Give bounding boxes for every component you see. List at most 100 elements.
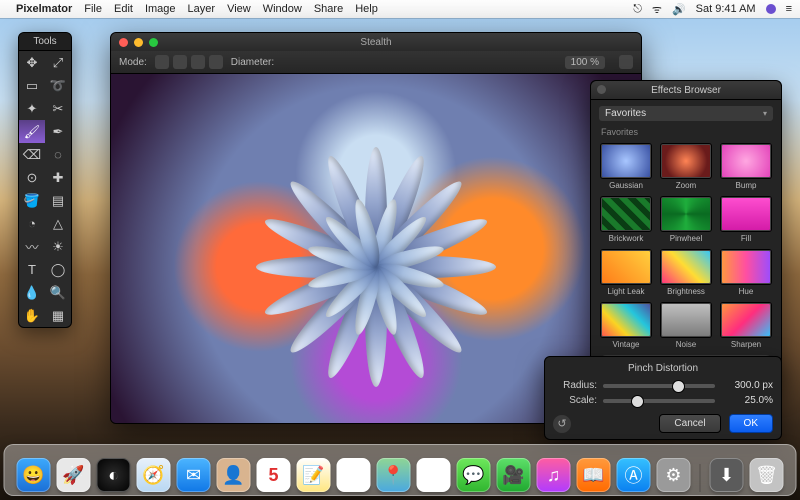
effect-vintage[interactable]: Vintage — [599, 302, 653, 349]
scale-slider[interactable] — [603, 399, 715, 403]
dock-facetime[interactable]: 🎥 — [497, 458, 531, 492]
menu-share[interactable]: Share — [314, 3, 343, 15]
tool-move[interactable]: ✥ — [19, 51, 45, 74]
dock-notes[interactable]: 📝 — [297, 458, 331, 492]
menu-layer[interactable]: Layer — [188, 3, 216, 15]
zoom-field[interactable]: 100 % — [565, 56, 605, 69]
tool-transform[interactable]: ⤢ — [45, 51, 71, 74]
tool-wand[interactable]: ✦ — [19, 97, 45, 120]
mode-hard-icon[interactable] — [191, 55, 205, 69]
cancel-button[interactable]: Cancel — [659, 414, 720, 433]
maximize-icon[interactable] — [149, 38, 158, 47]
tool-color-select[interactable]: ◌ — [45, 143, 71, 166]
airplay-icon[interactable]: ⎋ — [633, 3, 642, 16]
dock-calendar[interactable]: 5 — [257, 458, 291, 492]
ok-button[interactable]: OK — [729, 414, 773, 433]
reset-button[interactable]: ↺ — [553, 415, 571, 433]
tool-lasso[interactable]: ➰ — [45, 74, 71, 97]
tool-hand[interactable]: ✋ — [19, 304, 45, 327]
app-name[interactable]: Pixelmator — [16, 3, 72, 15]
volume-icon[interactable]: 🔊 — [672, 3, 686, 16]
dock-launchpad[interactable]: 🚀 — [57, 458, 91, 492]
tool-pen[interactable]: ✒ — [45, 120, 71, 143]
mode-normal-icon[interactable] — [155, 55, 169, 69]
effect-bump[interactable]: Bump — [719, 143, 773, 190]
minimize-icon[interactable] — [134, 38, 143, 47]
document-titlebar[interactable]: Stealth — [111, 33, 641, 51]
tool-blur[interactable]: ◔ — [19, 212, 45, 235]
tool-shape[interactable]: ◯ — [45, 258, 71, 281]
dock-mail[interactable]: ✉︎ — [177, 458, 211, 492]
desktop: Pixelmator File Edit Image Layer View Window S… — [0, 0, 800, 500]
effect-hue[interactable]: Hue — [719, 249, 773, 296]
menu-edit[interactable]: Edit — [114, 3, 133, 15]
notification-center-icon[interactable]: ≡ — [786, 3, 792, 15]
close-icon[interactable] — [119, 38, 128, 47]
dock-messages[interactable]: 💬 — [457, 458, 491, 492]
dock-reminders[interactable]: ☑︎ — [337, 458, 371, 492]
tool-type[interactable]: T — [19, 258, 45, 281]
dock-trash[interactable]: 🗑 — [750, 458, 784, 492]
slider-knob[interactable] — [672, 380, 685, 393]
radius-value[interactable]: 300.0 px — [721, 380, 773, 391]
effect-fill[interactable]: Fill — [719, 196, 773, 243]
tool-heal[interactable]: ✚ — [45, 166, 71, 189]
clock[interactable]: Sat 9:41 AM — [696, 3, 756, 15]
tool-brush[interactable]: 🖌 — [19, 120, 45, 143]
dock-maps[interactable]: 📍 — [377, 458, 411, 492]
dock-ibooks[interactable]: 📖 — [577, 458, 611, 492]
menu-help[interactable]: Help — [355, 3, 378, 15]
wifi-icon[interactable]: ᯤ — [652, 2, 662, 17]
slider-knob[interactable] — [631, 395, 644, 408]
effects-title: Effects Browser — [651, 85, 721, 96]
dock-safari[interactable]: 🧭 — [137, 458, 171, 492]
dock-appstore[interactable]: Ⓐ — [617, 458, 651, 492]
dock-downloads[interactable]: ⬇︎ — [710, 458, 744, 492]
effect-swatch — [660, 302, 712, 338]
siri-status-icon[interactable] — [766, 4, 776, 14]
document-toolbar: Mode: Diameter: 100 % — [111, 51, 641, 74]
tool-slice[interactable]: ▦ — [45, 304, 71, 327]
dock-finder[interactable]: 😀 — [17, 458, 51, 492]
diameter-label: Diameter: — [231, 57, 274, 68]
menu-image[interactable]: Image — [145, 3, 176, 15]
effects-category-select[interactable]: Favorites ▾ — [599, 106, 773, 121]
dock-contacts[interactable]: 👤 — [217, 458, 251, 492]
menu-file[interactable]: File — [84, 3, 102, 15]
effect-light-leak[interactable]: Light Leak — [599, 249, 653, 296]
effects-titlebar[interactable]: Effects Browser — [591, 81, 781, 100]
tool-marquee[interactable]: ▭ — [19, 74, 45, 97]
dock-preferences[interactable]: ⚙︎ — [657, 458, 691, 492]
effect-sharpen[interactable]: Sharpen — [719, 302, 773, 349]
tool-stamp[interactable]: ⊙ — [19, 166, 45, 189]
dock-siri[interactable]: ◐ — [97, 458, 131, 492]
tool-eyedropper[interactable]: 💧 — [19, 281, 45, 304]
tool-zoom[interactable]: 🔍 — [45, 281, 71, 304]
effect-brightness[interactable]: Brightness — [659, 249, 713, 296]
effect-zoom[interactable]: Zoom — [659, 143, 713, 190]
menu-window[interactable]: Window — [263, 3, 302, 15]
tool-bucket[interactable]: 🪣 — [19, 189, 45, 212]
tool-smudge[interactable]: 〰 — [19, 235, 45, 258]
effect-brickwork[interactable]: Brickwork — [599, 196, 653, 243]
effect-label: Brickwork — [609, 234, 644, 243]
scale-value[interactable]: 25.0% — [721, 395, 773, 406]
tool-gradient[interactable]: ▤ — [45, 189, 71, 212]
tool-sharpen[interactable]: △ — [45, 212, 71, 235]
effect-swatch — [720, 249, 772, 285]
close-icon[interactable] — [597, 85, 606, 94]
mode-soft-icon[interactable] — [173, 55, 187, 69]
more-icon[interactable] — [619, 55, 633, 69]
tool-dodge[interactable]: ☀ — [45, 235, 71, 258]
mode-pattern-icon[interactable] — [209, 55, 223, 69]
effect-noise[interactable]: Noise — [659, 302, 713, 349]
tool-eraser[interactable]: ⌫ — [19, 143, 45, 166]
effect-pinwheel[interactable]: Pinwheel — [659, 196, 713, 243]
radius-slider[interactable] — [603, 384, 715, 388]
menu-view[interactable]: View — [227, 3, 251, 15]
dock-photos[interactable]: ❀ — [417, 458, 451, 492]
effect-gaussian[interactable]: Gaussian — [599, 143, 653, 190]
dock-itunes[interactable]: ♫ — [537, 458, 571, 492]
tool-crop[interactable]: ✂ — [45, 97, 71, 120]
tools-palette: Tools ✥⤢▭➰✦✂🖌✒⌫◌⊙✚🪣▤◔△〰☀T◯💧🔍✋▦ — [18, 32, 72, 328]
